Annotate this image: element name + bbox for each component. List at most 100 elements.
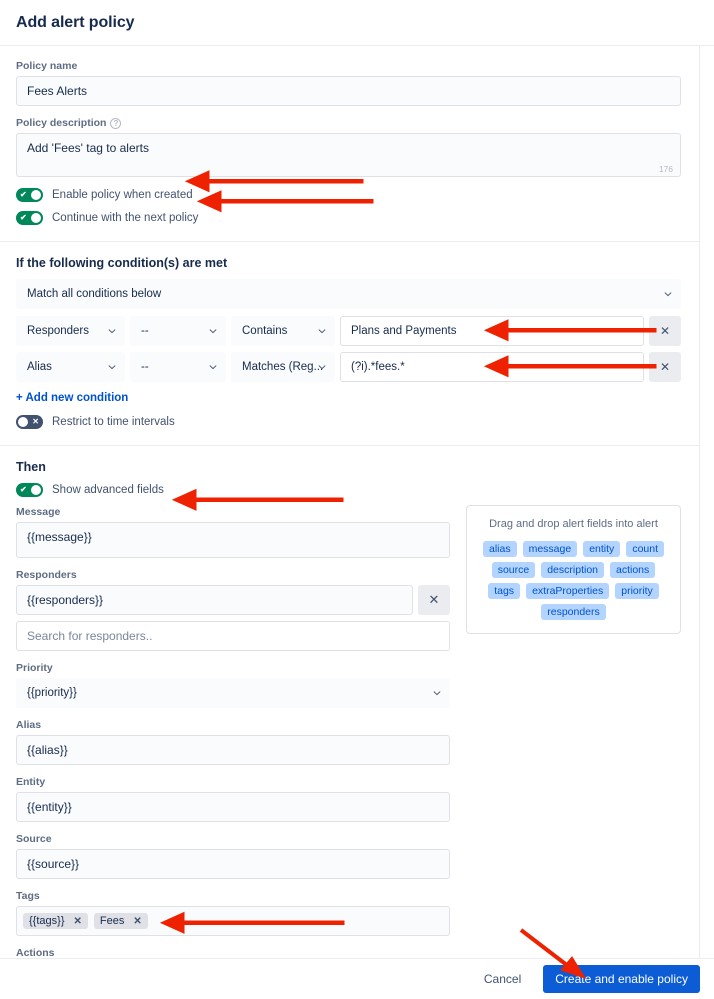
field-chip-description[interactable]: description [541, 562, 604, 578]
source-label: Source [16, 833, 52, 845]
toggle-knob [31, 213, 41, 223]
condition-key-value: -- [141, 325, 149, 337]
condition-key-value: -- [141, 361, 149, 373]
responders-search-input[interactable]: Search for responders.. [16, 621, 450, 651]
priority-select[interactable]: {{priority}} [16, 678, 450, 708]
form-footer: Cancel Create and enable policy [0, 958, 714, 999]
priority-label: Priority [16, 662, 53, 674]
enable-policy-toggle[interactable]: ✔ [16, 188, 43, 202]
chip-row: source description actions [491, 562, 656, 578]
show-advanced-fields-label: Show advanced fields [52, 484, 164, 496]
policy-basics-section: Policy name Fees Alerts Policy descripti… [0, 46, 699, 242]
create-and-enable-policy-button[interactable]: Create and enable policy [543, 965, 700, 993]
condition-value-input[interactable]: (?i).*fees.* [340, 352, 644, 382]
page-header: Add alert policy [0, 0, 714, 46]
entity-field-block: Entity {{entity}} [16, 776, 450, 822]
toggle-cross-icon: ✕ [32, 417, 39, 426]
chip-row: responders [541, 604, 606, 620]
message-field-block: Message {{message}} [16, 506, 450, 558]
field-chip-priority[interactable]: priority [615, 583, 659, 599]
policy-description-textarea[interactable]: Add 'Fees' tag to alerts 176 [16, 133, 681, 177]
field-chip-responders[interactable]: responders [541, 604, 606, 620]
tag-chip[interactable]: Fees ✕ [93, 913, 148, 929]
enable-policy-toggle-row[interactable]: ✔ Enable policy when created [16, 188, 681, 202]
chip-row: tags extraProperties priority [488, 583, 659, 599]
toggle-check-icon: ✔ [20, 213, 27, 222]
drag-drop-panel: Drag and drop alert fields into alert al… [466, 505, 681, 634]
remove-tag-icon[interactable]: ✕ [133, 916, 141, 927]
enable-policy-toggle-label: Enable policy when created [52, 189, 193, 201]
remove-tag-icon[interactable]: ✕ [74, 916, 82, 927]
tags-field-block: Tags {{tags}} ✕ Fees ✕ [16, 890, 450, 936]
form-scroll-area[interactable]: Policy name Fees Alerts Policy descripti… [0, 46, 714, 999]
condition-operator-value: Contains [242, 325, 288, 337]
description-char-counter: 176 [658, 164, 673, 174]
then-heading: Then [16, 460, 46, 474]
responders-row: {{responders}} ✕ [16, 585, 450, 615]
condition-field-select[interactable]: Responders [16, 316, 125, 346]
responders-input[interactable]: {{responders}} [16, 585, 413, 615]
continue-next-policy-toggle[interactable]: ✔ [16, 211, 43, 225]
field-chip-tags[interactable]: tags [488, 583, 521, 599]
condition-value-input[interactable]: Plans and Payments [340, 316, 644, 346]
chevron-down-icon [209, 365, 217, 370]
restrict-time-intervals-toggle[interactable]: ✕ [16, 415, 43, 429]
tags-input[interactable]: {{tags}} ✕ Fees ✕ [16, 906, 450, 936]
condition-operator-select[interactable]: Matches (Reg... [231, 352, 335, 382]
condition-field-value: Alias [27, 361, 52, 373]
condition-operator-value: Matches (Reg... [242, 361, 324, 373]
toggle-check-icon: ✔ [20, 190, 27, 199]
restrict-time-intervals-label: Restrict to time intervals [52, 416, 175, 428]
alias-input[interactable]: {{alias}} [16, 735, 450, 765]
chevron-down-icon [108, 329, 116, 334]
match-mode-value: Match all conditions below [27, 288, 162, 300]
condition-key-select[interactable]: -- [130, 352, 226, 382]
policy-description-label: Policy description ? [16, 117, 681, 129]
clear-responders-button[interactable]: ✕ [418, 585, 450, 615]
field-chip-alias[interactable]: alias [482, 541, 517, 557]
field-chip-extraproperties[interactable]: extraProperties [526, 583, 610, 599]
page-title: Add alert policy [16, 13, 135, 31]
drag-drop-column: Drag and drop alert fields into alert al… [466, 483, 681, 959]
entity-label: Entity [16, 776, 46, 788]
tags-label: Tags [16, 890, 40, 902]
chevron-down-icon [209, 329, 217, 334]
condition-row: Alias -- Matches (Reg... (?i).*fees.* ✕ [16, 352, 681, 382]
continue-next-policy-toggle-row[interactable]: ✔ Continue with the next policy [16, 211, 681, 225]
remove-condition-button[interactable]: ✕ [649, 352, 681, 382]
field-chip-message[interactable]: message [522, 541, 578, 557]
remove-condition-button[interactable]: ✕ [649, 316, 681, 346]
field-chip-actions[interactable]: actions [610, 562, 656, 578]
field-chip-entity[interactable]: entity [583, 541, 621, 557]
field-chip-count[interactable]: count [626, 541, 664, 557]
toggle-knob [31, 190, 41, 200]
conditions-heading: If the following condition(s) are met [16, 256, 228, 270]
condition-key-select[interactable]: -- [130, 316, 226, 346]
show-advanced-fields-toggle[interactable]: ✔ [16, 483, 43, 497]
priority-value: {{priority}} [27, 687, 77, 699]
condition-operator-select[interactable]: Contains [231, 316, 335, 346]
then-fields-column: ✔ Show advanced fields Message {{message… [16, 483, 450, 959]
message-textarea[interactable]: {{message}} [16, 522, 450, 558]
then-section: Then ✔ Show advanced fields Message {{me… [0, 446, 699, 975]
help-circle-icon[interactable]: ? [110, 117, 122, 129]
condition-field-select[interactable]: Alias [16, 352, 125, 382]
cancel-button[interactable]: Cancel [476, 966, 529, 992]
chevron-down-icon [318, 329, 326, 334]
drag-drop-title: Drag and drop alert fields into alert [489, 518, 658, 530]
match-mode-select[interactable]: Match all conditions below [16, 279, 681, 309]
responders-field-block: Responders {{responders}} ✕ Search for r… [16, 569, 450, 651]
entity-input[interactable]: {{entity}} [16, 792, 450, 822]
then-layout: ✔ Show advanced fields Message {{message… [16, 483, 681, 959]
show-advanced-fields-row[interactable]: ✔ Show advanced fields [16, 483, 450, 497]
policy-description-label-text: Policy description [16, 117, 107, 129]
alias-label: Alias [16, 719, 42, 731]
tag-chip[interactable]: {{tags}} ✕ [23, 913, 88, 929]
source-input[interactable]: {{source}} [16, 849, 450, 879]
priority-field-block: Priority {{priority}} [16, 662, 450, 708]
add-new-condition-link[interactable]: + Add new condition [16, 392, 128, 404]
field-chip-source[interactable]: source [491, 562, 536, 578]
continue-next-policy-toggle-label: Continue with the next policy [52, 212, 199, 224]
policy-name-input[interactable]: Fees Alerts [16, 76, 681, 106]
restrict-time-intervals-row[interactable]: ✕ Restrict to time intervals [16, 415, 681, 429]
